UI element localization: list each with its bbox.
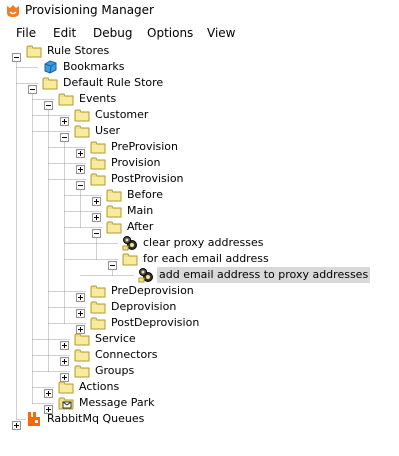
menu-bar: File Edit Debug Options View [0,23,399,43]
expand-toggle-rabbitmq-queues[interactable] [12,415,21,430]
folder-icon [58,379,74,395]
collapse-toggle-rule-stores[interactable] [12,47,21,62]
tree-node-label: Main [127,204,154,217]
tree-node-label: Message Park [79,396,155,409]
menu-debug[interactable]: Debug [93,26,132,40]
menu-file[interactable]: File [16,26,36,40]
tree-node-label: for each email address [143,252,269,265]
folder-icon [122,251,138,267]
tree-node-label: Before [127,188,163,201]
expand-toggle-connectors[interactable] [60,351,69,366]
tree-node-label: PostDeprovision [111,316,200,329]
tree-node-label: PreDeprovision [111,284,194,297]
gear-rule-icon [122,235,138,251]
collapse-toggle-default-rule-store[interactable] [28,79,37,94]
expand-toggle-predeprovision[interactable] [76,287,85,302]
message-park-icon [58,395,74,411]
folder-icon [58,91,74,107]
bookmark-icon [42,59,58,75]
tree-node-label: Default Rule Store [63,76,164,89]
folder-icon [90,139,106,155]
expand-toggle-message-park[interactable] [44,399,53,414]
tree-node-label: Rule Stores [47,44,110,57]
folder-icon [74,363,90,379]
menu-options[interactable]: Options [147,26,193,40]
folder-icon [106,219,122,235]
folder-icon [42,75,58,91]
gear-rule-icon [138,267,154,283]
expand-toggle-actions[interactable] [44,383,53,398]
collapse-toggle-events[interactable] [44,95,53,110]
folder-icon [74,123,90,139]
collapse-toggle-after[interactable] [92,223,101,238]
collapse-toggle-user[interactable] [60,127,69,142]
folder-icon [90,299,106,315]
expand-toggle-deprovision[interactable] [76,303,85,318]
folder-icon [74,331,90,347]
tree-node-label: add email address to proxy addresses [157,267,371,283]
tree-node-label: PostProvision [111,172,184,185]
tree-node-label: PreProvision [111,140,178,153]
expand-toggle-provision[interactable] [76,159,85,174]
expand-toggle-main[interactable] [92,207,101,222]
expand-toggle-postdeprovision[interactable] [76,319,85,334]
tree-node-label: Service [95,332,136,345]
menu-view[interactable]: View [207,26,235,40]
expand-toggle-before[interactable] [92,191,101,206]
folder-icon [90,315,106,331]
tree-node-label: clear proxy addresses [143,236,264,249]
folder-icon [90,283,106,299]
rabbitmq-icon [26,411,42,427]
tree-node-label: Groups [95,364,135,377]
expand-toggle-preprovision[interactable] [76,143,85,158]
expand-toggle-service[interactable] [60,335,69,350]
title-bar: Provisioning Manager [0,0,399,23]
folder-icon [90,171,106,187]
tree-node-label: Deprovision [111,300,177,313]
app-logo-icon [7,5,19,17]
tree-node-label: User [95,124,121,137]
folder-icon [26,43,42,59]
folder-icon [106,203,122,219]
collapse-toggle-postprovision[interactable] [76,175,85,190]
window-title: Provisioning Manager [25,3,154,17]
folder-icon [90,155,106,171]
tree-node-label: Actions [79,380,120,393]
expand-toggle-groups[interactable] [60,367,69,382]
expand-toggle-customer[interactable] [60,111,69,126]
tree-node-label: Customer [95,108,149,121]
folder-icon [106,187,122,203]
tree-node-label: Connectors [95,348,158,361]
rule-tree[interactable]: Rule Stores Bookmarks Default Rule Store Ev… [0,43,399,456]
menu-edit[interactable]: Edit [53,26,76,40]
tree-node-label: Bookmarks [63,60,125,73]
tree-node-label: Provision [111,156,161,169]
collapse-toggle-for-each-email-address[interactable] [108,255,117,270]
folder-icon [74,347,90,363]
tree-node-label: Events [79,92,117,105]
folder-icon [74,107,90,123]
tree-node-label: After [127,220,154,233]
tree-node-label: RabbitMq Queues [47,412,145,425]
